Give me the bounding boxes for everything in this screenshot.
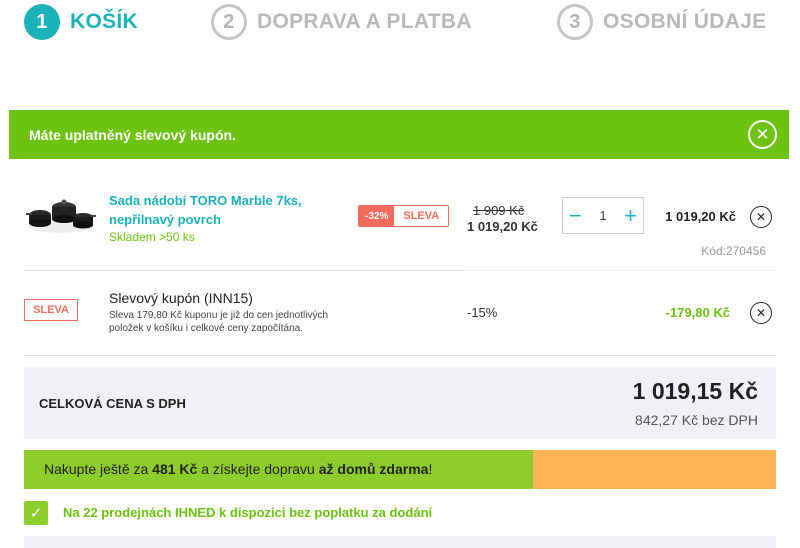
step-cart[interactable]: 1 KOŠÍK (24, 4, 138, 40)
quantity-value[interactable]: 1 (599, 208, 606, 223)
coupon-badge: SLEVA (24, 299, 78, 321)
store-pickup-info: ✓ Na 22 prodejnách IHNED k dispozici bez… (24, 500, 432, 525)
cart-item-row: Sada nádobí TORO Marble 7ks, nepřilnavý … (24, 175, 776, 271)
step-label: OSOBNÍ ÚDAJE (603, 10, 767, 33)
quantity-stepper: − 1 + (562, 197, 644, 234)
step-shipping-payment[interactable]: 2 DOPRAVA A PLATBA (211, 4, 472, 40)
check-icon: ✓ (24, 500, 48, 525)
shipping-text-part: ! (428, 461, 433, 477)
pickup-text: Na 22 prodejnách IHNED k dispozici bez p… (63, 505, 433, 520)
divider (24, 270, 464, 271)
total-label: CELKOVÁ CENA S DPH (39, 396, 186, 411)
step-number: 2 (211, 4, 247, 40)
step-number: 3 (557, 4, 593, 40)
total-price-without-vat: 842,27 Kč bez DPH (635, 412, 758, 428)
coupon-description: Sleva 179,80 Kč kuponu je již do cen jed… (109, 310, 329, 334)
remove-coupon-close-icon[interactable]: ✕ (750, 302, 772, 324)
decrease-quantity-button[interactable]: − (569, 204, 582, 227)
increase-quantity-button[interactable]: + (624, 204, 637, 227)
shipping-text-part: a získejte dopravu (197, 461, 319, 477)
stock-status: Skladem >50 ks (109, 230, 195, 244)
step-personal-data[interactable]: 3 OSOBNÍ ÚDAJE (557, 4, 766, 40)
bottom-contact-strip (24, 536, 776, 548)
free-shipping-progress: Nakupte ještě za 481 Kč a získejte dopra… (24, 450, 776, 489)
coupon-percent: -15% (467, 305, 498, 320)
discount-percent: -32% (359, 206, 395, 226)
original-price: 1 909 Kč (473, 203, 525, 218)
shipping-remaining-amount: 481 Kč (152, 461, 198, 477)
checkout-steps: 1 KOŠÍK 2 DOPRAVA A PLATBA 3 OSOBNÍ ÚDAJ… (0, 0, 800, 44)
coupon-amount: -179,80 Kč (665, 305, 730, 320)
coupon-title: Slevový kupón (INN15) (109, 290, 253, 306)
coupon-applied-alert: Máte uplatněný slevový kupón. ✕ (9, 110, 789, 159)
shipping-highlight: až domů zdarma (318, 461, 429, 477)
free-shipping-text: Nakupte ještě za 481 Kč a získejte dopra… (44, 461, 432, 477)
product-name-link[interactable]: Sada nádobí TORO Marble 7ks, nepřilnavý … (109, 191, 334, 229)
product-code: Kód:270456 (701, 244, 766, 258)
unit-price: 1 019,20 Kč (467, 219, 538, 234)
step-number: 1 (24, 4, 60, 40)
divider (464, 270, 776, 271)
alert-text: Máte uplatněný slevový kupón. (29, 126, 236, 143)
product-image[interactable] (26, 193, 96, 235)
shipping-text-part: Nakupte ještě za (44, 461, 153, 477)
item-total-price: 1 019,20 Kč (665, 209, 736, 224)
order-total-box: CELKOVÁ CENA S DPH 1 019,15 Kč 842,27 Kč… (24, 367, 776, 439)
step-label: KOŠÍK (70, 10, 139, 33)
discount-label: SLEVA (394, 206, 449, 226)
divider (24, 355, 776, 356)
remove-item-close-icon[interactable]: ✕ (750, 206, 772, 228)
total-price: 1 019,15 Kč (632, 378, 758, 404)
step-label: DOPRAVA A PLATBA (257, 10, 472, 33)
coupon-row: SLEVA Slevový kupón (INN15) Sleva 179,80… (24, 280, 776, 356)
close-icon[interactable]: ✕ (748, 120, 777, 149)
discount-badge: -32% SLEVA (358, 205, 450, 227)
